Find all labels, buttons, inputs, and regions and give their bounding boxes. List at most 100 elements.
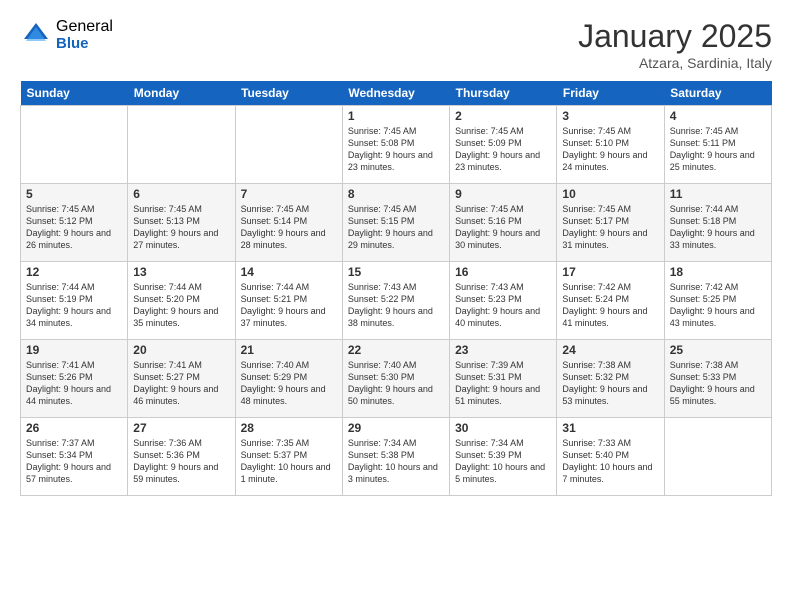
day-number: 21 — [241, 343, 337, 357]
weekday-header: Wednesday — [342, 81, 449, 106]
day-number: 14 — [241, 265, 337, 279]
location: Atzara, Sardinia, Italy — [578, 55, 772, 71]
day-info: Sunrise: 7:45 AM Sunset: 5:12 PM Dayligh… — [26, 203, 122, 252]
day-number: 30 — [455, 421, 551, 435]
day-number: 2 — [455, 109, 551, 123]
calendar-cell: 26 Sunrise: 7:37 AM Sunset: 5:34 PM Dayli… — [21, 418, 128, 496]
day-info: Sunrise: 7:44 AM Sunset: 5:20 PM Dayligh… — [133, 281, 229, 330]
calendar-cell: 18 Sunrise: 7:42 AM Sunset: 5:25 PM Dayli… — [664, 262, 771, 340]
day-number: 7 — [241, 187, 337, 201]
logo-blue: Blue — [56, 36, 113, 53]
calendar-page: General Blue January 2025 Atzara, Sardin… — [0, 0, 792, 612]
logo-general: General — [56, 18, 113, 36]
day-info: Sunrise: 7:43 AM Sunset: 5:23 PM Dayligh… — [455, 281, 551, 330]
calendar-cell: 29 Sunrise: 7:34 AM Sunset: 5:38 PM Dayli… — [342, 418, 449, 496]
calendar-week-row: 19Sunrise: 7:41 AM Sunset: 5:26 PM Dayli… — [21, 340, 772, 418]
calendar-week-row: 26 Sunrise: 7:37 AM Sunset: 5:34 PM Dayli… — [21, 418, 772, 496]
weekday-header: Monday — [128, 81, 235, 106]
day-info: Sunrise: 7:43 AM Sunset: 5:22 PM Dayligh… — [348, 281, 444, 330]
day-number: 6 — [133, 187, 229, 201]
day-number: 9 — [455, 187, 551, 201]
calendar-cell: 4Sunrise: 7:45 AM Sunset: 5:11 PM Daylig… — [664, 106, 771, 184]
day-number: 11 — [670, 187, 766, 201]
calendar-cell — [235, 106, 342, 184]
calendar-cell: 16Sunrise: 7:43 AM Sunset: 5:23 PM Dayli… — [450, 262, 557, 340]
calendar-cell: 11 Sunrise: 7:44 AM Sunset: 5:18 PM Dayli… — [664, 184, 771, 262]
day-number: 18 — [670, 265, 766, 279]
day-number: 5 — [26, 187, 122, 201]
calendar-cell: 21 Sunrise: 7:40 AM Sunset: 5:29 PM Dayli… — [235, 340, 342, 418]
weekday-header: Friday — [557, 81, 664, 106]
title-block: January 2025 Atzara, Sardinia, Italy — [578, 18, 772, 71]
day-info: Sunrise: 7:40 AM Sunset: 5:30 PM Dayligh… — [348, 359, 444, 408]
month-title: January 2025 — [578, 18, 772, 55]
day-number: 10 — [562, 187, 658, 201]
day-info: Sunrise: 7:45 AM Sunset: 5:14 PM Dayligh… — [241, 203, 337, 252]
calendar-cell: 6Sunrise: 7:45 AM Sunset: 5:13 PM Daylig… — [128, 184, 235, 262]
day-info: Sunrise: 7:38 AM Sunset: 5:32 PM Dayligh… — [562, 359, 658, 408]
day-info: Sunrise: 7:34 AM Sunset: 5:39 PM Dayligh… — [455, 437, 551, 486]
calendar-cell: 27 Sunrise: 7:36 AM Sunset: 5:36 PM Dayli… — [128, 418, 235, 496]
day-info: Sunrise: 7:45 AM Sunset: 5:15 PM Dayligh… — [348, 203, 444, 252]
day-number: 8 — [348, 187, 444, 201]
day-info: Sunrise: 7:40 AM Sunset: 5:29 PM Dayligh… — [241, 359, 337, 408]
day-info: Sunrise: 7:41 AM Sunset: 5:27 PM Dayligh… — [133, 359, 229, 408]
day-info: Sunrise: 7:45 AM Sunset: 5:17 PM Dayligh… — [562, 203, 658, 252]
weekday-header: Saturday — [664, 81, 771, 106]
calendar-cell: 20 Sunrise: 7:41 AM Sunset: 5:27 PM Dayli… — [128, 340, 235, 418]
day-info: Sunrise: 7:39 AM Sunset: 5:31 PM Dayligh… — [455, 359, 551, 408]
day-number: 19 — [26, 343, 122, 357]
logo: General Blue — [20, 18, 113, 52]
day-number: 12 — [26, 265, 122, 279]
day-number: 20 — [133, 343, 229, 357]
day-info: Sunrise: 7:42 AM Sunset: 5:25 PM Dayligh… — [670, 281, 766, 330]
weekday-header: Sunday — [21, 81, 128, 106]
day-number: 29 — [348, 421, 444, 435]
day-number: 27 — [133, 421, 229, 435]
day-number: 25 — [670, 343, 766, 357]
calendar-cell — [128, 106, 235, 184]
day-info: Sunrise: 7:35 AM Sunset: 5:37 PM Dayligh… — [241, 437, 337, 486]
day-number: 4 — [670, 109, 766, 123]
day-info: Sunrise: 7:36 AM Sunset: 5:36 PM Dayligh… — [133, 437, 229, 486]
weekday-header: Tuesday — [235, 81, 342, 106]
day-info: Sunrise: 7:44 AM Sunset: 5:18 PM Dayligh… — [670, 203, 766, 252]
calendar-cell: 25 Sunrise: 7:38 AM Sunset: 5:33 PM Dayli… — [664, 340, 771, 418]
calendar-cell: 23Sunrise: 7:39 AM Sunset: 5:31 PM Dayli… — [450, 340, 557, 418]
calendar-cell: 8 Sunrise: 7:45 AM Sunset: 5:15 PM Daylig… — [342, 184, 449, 262]
calendar-cell: 12 Sunrise: 7:44 AM Sunset: 5:19 PM Dayli… — [21, 262, 128, 340]
day-number: 31 — [562, 421, 658, 435]
calendar-cell — [664, 418, 771, 496]
day-number: 26 — [26, 421, 122, 435]
day-info: Sunrise: 7:45 AM Sunset: 5:08 PM Dayligh… — [348, 125, 444, 174]
day-info: Sunrise: 7:38 AM Sunset: 5:33 PM Dayligh… — [670, 359, 766, 408]
day-info: Sunrise: 7:33 AM Sunset: 5:40 PM Dayligh… — [562, 437, 658, 486]
calendar-week-row: 1 Sunrise: 7:45 AM Sunset: 5:08 PM Daylig… — [21, 106, 772, 184]
weekday-header: Thursday — [450, 81, 557, 106]
day-info: Sunrise: 7:37 AM Sunset: 5:34 PM Dayligh… — [26, 437, 122, 486]
day-number: 28 — [241, 421, 337, 435]
calendar-cell: 19Sunrise: 7:41 AM Sunset: 5:26 PM Dayli… — [21, 340, 128, 418]
day-info: Sunrise: 7:42 AM Sunset: 5:24 PM Dayligh… — [562, 281, 658, 330]
calendar-cell: 28 Sunrise: 7:35 AM Sunset: 5:37 PM Dayli… — [235, 418, 342, 496]
calendar-cell: 7 Sunrise: 7:45 AM Sunset: 5:14 PM Daylig… — [235, 184, 342, 262]
calendar-cell: 15 Sunrise: 7:43 AM Sunset: 5:22 PM Dayli… — [342, 262, 449, 340]
header-row: SundayMondayTuesdayWednesdayThursdayFrid… — [21, 81, 772, 106]
day-info: Sunrise: 7:45 AM Sunset: 5:16 PM Dayligh… — [455, 203, 551, 252]
day-info: Sunrise: 7:34 AM Sunset: 5:38 PM Dayligh… — [348, 437, 444, 486]
calendar-cell: 13Sunrise: 7:44 AM Sunset: 5:20 PM Dayli… — [128, 262, 235, 340]
calendar-cell: 22Sunrise: 7:40 AM Sunset: 5:30 PM Dayli… — [342, 340, 449, 418]
page-header: General Blue January 2025 Atzara, Sardin… — [20, 18, 772, 71]
day-number: 1 — [348, 109, 444, 123]
calendar-cell: 5 Sunrise: 7:45 AM Sunset: 5:12 PM Daylig… — [21, 184, 128, 262]
day-info: Sunrise: 7:45 AM Sunset: 5:09 PM Dayligh… — [455, 125, 551, 174]
day-info: Sunrise: 7:44 AM Sunset: 5:19 PM Dayligh… — [26, 281, 122, 330]
day-number: 24 — [562, 343, 658, 357]
calendar-cell: 17Sunrise: 7:42 AM Sunset: 5:24 PM Dayli… — [557, 262, 664, 340]
day-info: Sunrise: 7:45 AM Sunset: 5:10 PM Dayligh… — [562, 125, 658, 174]
calendar-cell: 14Sunrise: 7:44 AM Sunset: 5:21 PM Dayli… — [235, 262, 342, 340]
day-number: 3 — [562, 109, 658, 123]
calendar-week-row: 5 Sunrise: 7:45 AM Sunset: 5:12 PM Daylig… — [21, 184, 772, 262]
calendar-week-row: 12 Sunrise: 7:44 AM Sunset: 5:19 PM Dayli… — [21, 262, 772, 340]
day-number: 15 — [348, 265, 444, 279]
